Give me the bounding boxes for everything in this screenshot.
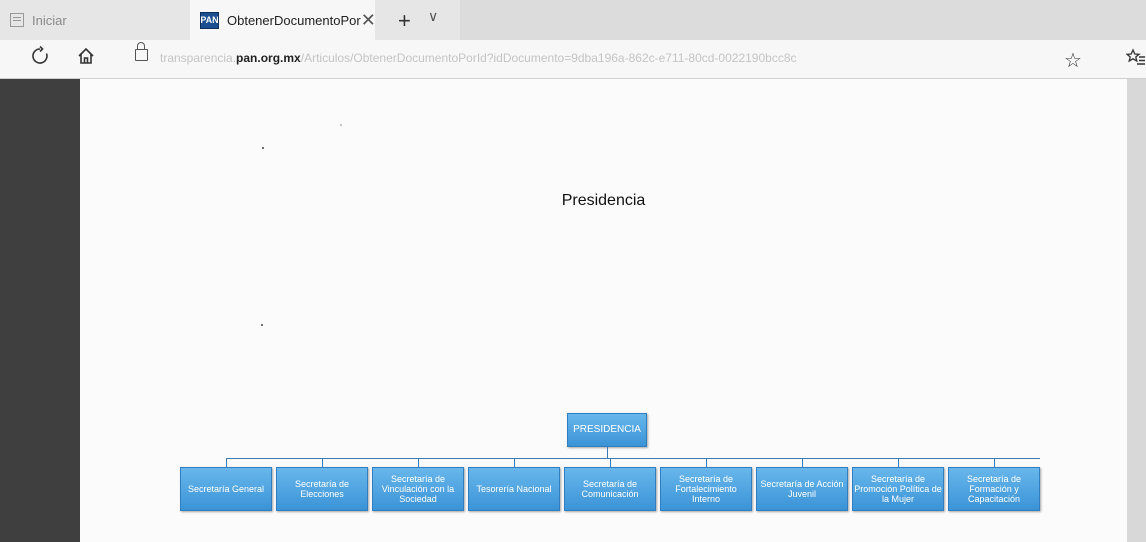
favorites-list-icon[interactable] [1125, 48, 1146, 74]
scan-speck [261, 324, 263, 326]
slide-title: Presidencia [561, 192, 646, 209]
org-box-child: Secretaría de Acción Juvenil [756, 467, 848, 511]
org-box-child: Secretaría de Elecciones [276, 467, 368, 511]
connector-child [514, 458, 515, 467]
star-icon[interactable]: ☆ [1064, 48, 1082, 73]
connector-horizontal [226, 458, 1040, 459]
tab-iniciar-label: Iniciar [32, 12, 67, 28]
url-domain: pan.org.mx [236, 51, 301, 65]
url-path: /Articulos/ObtenerDocumentoPorId?idDocum… [300, 51, 797, 65]
org-box-child: Secretaría de Promoción Política de la M… [852, 467, 944, 511]
lock-icon [135, 42, 148, 61]
new-tab-icon[interactable]: + [398, 8, 411, 34]
address-bar-row: transparencia.pan.org.mx/Articulos/Obten… [0, 40, 1146, 79]
org-box-child: Secretaría de Formación y Capacitación [948, 467, 1040, 511]
close-tab-icon[interactable]: ✕ [361, 10, 376, 31]
connector-root [607, 447, 608, 458]
tab-obtener-documento[interactable]: PAN ObtenerDocumentoPor ✕ [190, 0, 376, 40]
pan-favicon-icon: PAN [200, 11, 219, 29]
scan-speck [340, 124, 342, 126]
org-box-child: Secretaría de Vinculación con la Socieda… [372, 467, 464, 511]
connector-child [226, 458, 227, 467]
connector-child [610, 458, 611, 467]
document-page: Presidencia PRESIDENCIA Secretaría Gener… [80, 79, 1127, 542]
url-prefix: transparencia. [160, 51, 237, 65]
tab-strip: Iniciar PAN ObtenerDocumentoPor ✕ + ∨ [0, 0, 1146, 40]
connector-child [994, 458, 995, 467]
org-box-child: Secretaría General [180, 467, 272, 511]
org-box-child: Secretaría de Fortalecimiento Interno [660, 467, 752, 511]
scan-speck [262, 147, 264, 149]
connector-child [706, 458, 707, 467]
viewer-scroll-gutter[interactable] [1127, 79, 1146, 542]
org-box-presidencia: PRESIDENCIA [567, 413, 647, 447]
org-box-child: Tesorería Nacional [468, 467, 560, 511]
tab-iniciar[interactable]: Iniciar [0, 0, 190, 40]
refresh-icon[interactable] [30, 45, 50, 72]
tab-strip-background [460, 0, 1146, 40]
org-box-child: Secretaría de Comunicación [564, 467, 656, 511]
home-icon[interactable] [76, 46, 96, 72]
tab-list-chevron-icon[interactable]: ∨ [428, 8, 438, 25]
tab-active-label: ObtenerDocumentoPor [227, 12, 361, 28]
connector-child [898, 458, 899, 467]
connector-child [802, 458, 803, 467]
url-field[interactable]: transparencia.pan.org.mx/Articulos/Obten… [160, 51, 797, 65]
connector-child [322, 458, 323, 467]
connector-child [418, 458, 419, 467]
page-icon [10, 13, 24, 27]
